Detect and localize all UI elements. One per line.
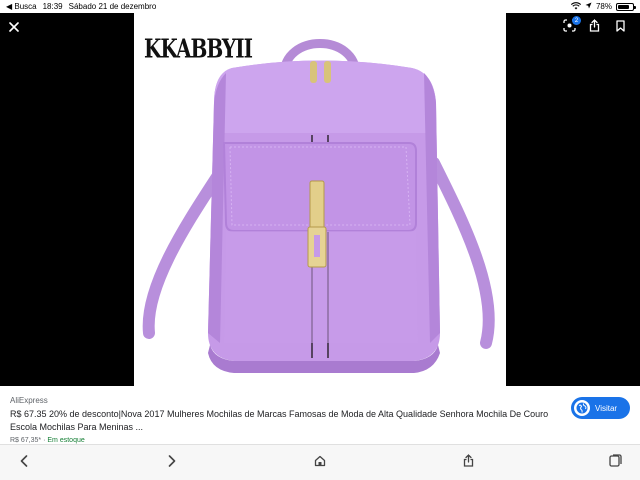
browser-toolbar: [0, 444, 640, 480]
battery-percent: 78%: [595, 2, 612, 11]
chevron-left-icon: [20, 454, 28, 472]
close-icon: [9, 19, 19, 37]
share-page-button[interactable]: [459, 454, 477, 472]
stock-status: Em estoque: [47, 437, 85, 444]
status-date: Sábado 21 de dezembro: [68, 2, 157, 11]
chevron-right-icon: [168, 454, 176, 472]
home-button[interactable]: [311, 454, 329, 472]
share-icon: [463, 454, 474, 472]
status-left: ◀ Busca 18:39 Sábado 21 de dezembro: [6, 2, 156, 11]
location-icon: [585, 2, 592, 11]
back-button[interactable]: [15, 454, 33, 472]
price-separator: ·: [43, 437, 46, 444]
back-to-app-link[interactable]: ◀ Busca: [6, 2, 37, 11]
product-image[interactable]: KKABBYII: [134, 13, 506, 386]
share-button[interactable]: [583, 17, 605, 39]
result-title[interactable]: R$ 67.35 20% de desconto|Nova 2017 Mulhe…: [10, 408, 550, 434]
wifi-icon: [570, 1, 582, 12]
forward-button[interactable]: [163, 454, 181, 472]
home-icon: [314, 454, 326, 472]
battery-fill: [618, 4, 629, 9]
visit-button[interactable]: Visitar: [571, 397, 630, 419]
tabs-icon: [608, 454, 622, 472]
share-icon: [589, 19, 600, 37]
close-button[interactable]: [3, 17, 25, 39]
bookmark-button[interactable]: [609, 17, 631, 39]
price-row: R$ 67,35* · Em estoque: [10, 437, 85, 444]
visit-label: Visitar: [595, 403, 618, 413]
source-site[interactable]: AliExpress: [10, 396, 48, 405]
result-info-panel: AliExpress R$ 67.35 20% de desconto|Nova…: [0, 386, 640, 444]
status-bar: ◀ Busca 18:39 Sábado 21 de dezembro 78%: [0, 0, 640, 13]
image-viewer: 2 KKABBYII: [0, 13, 640, 386]
bookmark-icon: [615, 19, 625, 37]
tabs-button[interactable]: [606, 454, 624, 472]
globe-icon: [574, 400, 590, 416]
status-time: 18:39: [42, 2, 63, 11]
battery-icon: [616, 2, 636, 11]
status-right: 78%: [570, 1, 636, 12]
battery-tip: [634, 5, 636, 9]
screen: ◀ Busca 18:39 Sábado 21 de dezembro 78%: [0, 0, 640, 480]
backpack-illustration: [142, 39, 495, 373]
lens-badge: 2: [572, 16, 581, 25]
lens-button[interactable]: 2: [558, 16, 581, 39]
price: R$ 67,35*: [10, 437, 42, 444]
